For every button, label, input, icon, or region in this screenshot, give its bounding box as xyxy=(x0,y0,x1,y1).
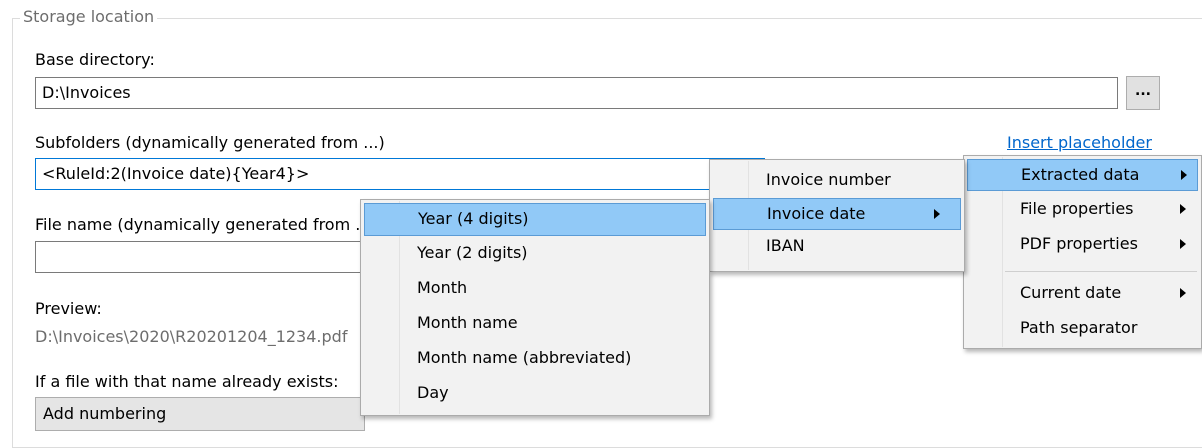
menu-item-label: Extracted data xyxy=(1021,165,1140,184)
subfolders-input[interactable]: <RuleId:2(Invoice date){Year4}> xyxy=(35,158,765,190)
browse-button[interactable]: ... xyxy=(1126,76,1160,110)
menu-item-year-4-digits[interactable]: Year (4 digits) xyxy=(364,203,706,236)
file-exists-label: If a file with that name already exists: xyxy=(35,372,339,391)
menu-item-label: PDF properties xyxy=(1020,234,1138,253)
menu-item-month[interactable]: Month xyxy=(364,273,706,306)
extracted-data-menu: Invoice number Invoice date IBAN xyxy=(709,159,965,272)
preview-path: D:\Invoices\2020\R20201204_1234.pdf xyxy=(35,327,348,346)
submenu-arrow-icon xyxy=(1181,170,1187,180)
file-exists-select[interactable]: Add numbering xyxy=(35,397,365,431)
submenu-arrow-icon xyxy=(1180,239,1186,249)
base-directory-input[interactable]: D:\Invoices xyxy=(35,77,1118,109)
preview-label: Preview: xyxy=(35,299,102,318)
menu-item-month-name-abbreviated[interactable]: Month name (abbreviated) xyxy=(364,343,706,376)
menu-item-label: Path separator xyxy=(1020,318,1138,337)
menu-item-path-separator[interactable]: Path separator xyxy=(967,313,1198,345)
menu-item-label: Invoice number xyxy=(766,170,891,189)
menu-item-label: Month name xyxy=(417,313,518,332)
menu-item-year-2-digits[interactable]: Year (2 digits) xyxy=(364,238,706,271)
subfolders-label: Subfolders (dynamically generated from .… xyxy=(35,133,385,152)
menu-item-label: IBAN xyxy=(766,236,805,255)
menu-item-iban[interactable]: IBAN xyxy=(713,231,961,263)
menu-item-label: Month name (abbreviated) xyxy=(417,348,632,367)
menu-item-label: Month xyxy=(417,278,468,297)
submenu-arrow-icon xyxy=(1180,204,1186,214)
menu-item-extracted-data[interactable]: Extracted data xyxy=(967,159,1198,191)
menu-item-pdf-properties[interactable]: PDF properties xyxy=(967,229,1198,261)
file-name-input[interactable] xyxy=(35,241,365,273)
menu-item-label: Year (4 digits) xyxy=(418,209,529,228)
submenu-arrow-icon xyxy=(1180,288,1186,298)
menu-item-invoice-number[interactable]: Invoice number xyxy=(713,165,961,197)
menu-item-file-properties[interactable]: File properties xyxy=(967,194,1198,226)
invoice-date-menu: Year (4 digits) Year (2 digits) Month Mo… xyxy=(360,199,710,416)
base-directory-label: Base directory: xyxy=(35,50,155,69)
menu-item-label: Invoice date xyxy=(767,204,866,223)
menu-item-label: Current date xyxy=(1020,283,1122,302)
submenu-arrow-icon xyxy=(934,209,940,219)
menu-item-current-date[interactable]: Current date xyxy=(967,278,1198,310)
storage-location-legend: Storage location xyxy=(20,7,158,26)
menu-item-label: Day xyxy=(417,383,449,402)
menu-item-month-name[interactable]: Month name xyxy=(364,308,706,341)
menu-item-label: Year (2 digits) xyxy=(417,243,528,262)
placeholder-menu: Extracted data File properties PDF prope… xyxy=(963,155,1202,349)
menu-item-label: File properties xyxy=(1020,199,1134,218)
insert-placeholder-link[interactable]: Insert placeholder xyxy=(1007,133,1152,152)
file-name-label: File name (dynamically generated from ..… xyxy=(35,215,360,234)
menu-item-invoice-date[interactable]: Invoice date xyxy=(713,198,961,230)
menu-separator xyxy=(1005,271,1197,272)
menu-item-day[interactable]: Day xyxy=(364,378,706,411)
